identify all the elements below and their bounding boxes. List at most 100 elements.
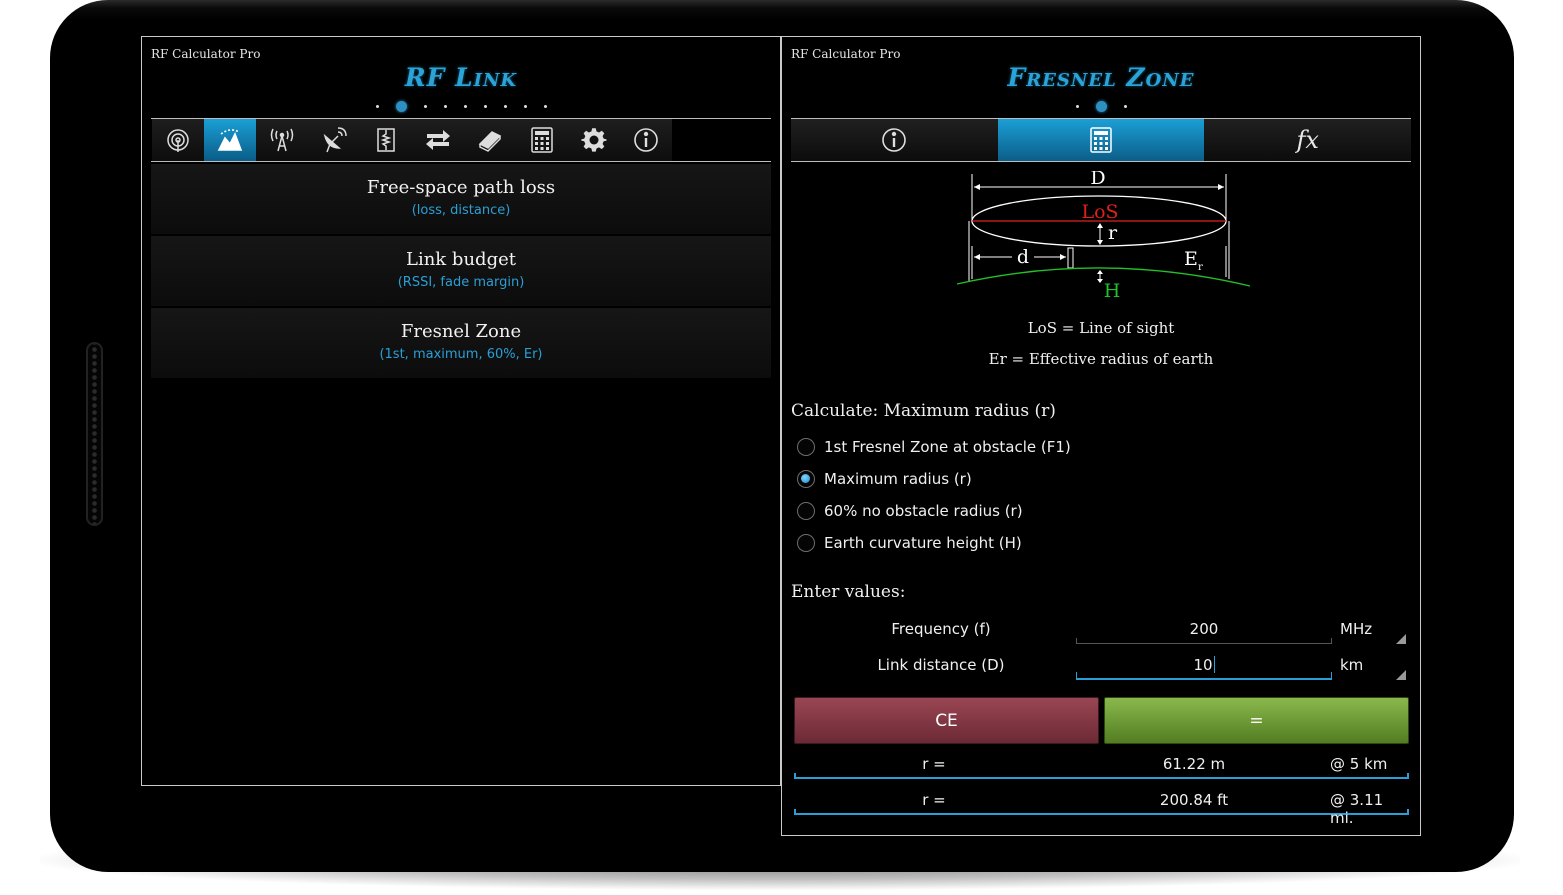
list-item-fresnel-zone[interactable]: Fresnel Zone (1st, maximum, 60%, Er)	[151, 308, 771, 378]
result-row-imperial: r = 200.84 ft @ 3.11 mi.	[794, 787, 1409, 827]
radio-button[interactable]	[797, 438, 815, 456]
page-title: Fresnel Zone	[1007, 63, 1195, 92]
tab-info[interactable]	[791, 119, 998, 161]
tool-book[interactable]	[464, 119, 516, 161]
diagram-label-h: H	[1104, 280, 1121, 301]
result-at-distance: @ 3.11 mi.	[1330, 791, 1384, 827]
gear-icon	[581, 128, 607, 152]
convert-icon	[426, 130, 450, 150]
legend-los: LoS = Line of sight	[1027, 319, 1175, 337]
radio-button[interactable]	[797, 502, 815, 520]
page-dot[interactable]	[375, 105, 379, 108]
list-item-title: Fresnel Zone	[400, 321, 522, 342]
page-dot[interactable]	[543, 105, 547, 108]
page-dot[interactable]	[503, 105, 507, 108]
result-label: r =	[922, 791, 946, 809]
option-max-radius[interactable]: Maximum radius (r)	[797, 467, 972, 491]
page-dot[interactable]	[1075, 105, 1079, 108]
list-item-title: Free-space path loss	[366, 177, 556, 198]
tool-tower[interactable]	[256, 119, 308, 161]
diagram-label-d: d	[1017, 246, 1029, 268]
list-item-fspl[interactable]: Free-space path loss (loss, distance)	[151, 164, 771, 234]
option-earth-curvature[interactable]: Earth curvature height (H)	[797, 531, 1022, 555]
diagram-label-d-upper: D	[1090, 171, 1105, 189]
page-title: RF Link	[404, 63, 518, 92]
tool-info[interactable]	[620, 119, 672, 161]
antenna-icon	[167, 129, 189, 152]
fresnel-diagram: D LoS r d E r H	[956, 171, 1251, 301]
rf-link-icon	[217, 129, 243, 151]
list-item-subtitle: (loss, distance)	[411, 203, 511, 218]
list-item-title: Link budget	[406, 249, 516, 270]
fresnel-zone-pane: RF Calculator Pro Fresnel Zone fx D LoS …	[781, 36, 1421, 836]
diagram-label-er: E	[1184, 248, 1198, 270]
tool-settings[interactable]	[568, 119, 620, 161]
app-label: RF Calculator Pro	[791, 47, 901, 61]
page-dot[interactable]	[1123, 105, 1127, 108]
clear-button[interactable]: CE	[794, 697, 1099, 744]
info-icon	[634, 128, 658, 152]
divider	[151, 161, 771, 162]
tower-icon	[270, 128, 294, 152]
enter-values-label: Enter values:	[791, 582, 906, 602]
resistor-icon	[377, 128, 395, 152]
unit-value: km	[1340, 656, 1364, 674]
result-value: 200.84 ft	[1159, 791, 1229, 809]
calculator-icon	[1090, 127, 1112, 153]
tool-satellite[interactable]	[308, 119, 360, 161]
option-label: 60% no obstacle radius (r)	[824, 502, 1023, 520]
page-dot[interactable]	[443, 105, 447, 108]
info-icon	[882, 128, 907, 152]
result-row-metric: r = 61.22 m @ 5 km	[794, 751, 1409, 779]
tool-convert[interactable]	[412, 119, 464, 161]
option-label: 1st Fresnel Zone at obstacle (F1)	[824, 438, 1071, 456]
satellite-dish-icon	[323, 127, 347, 153]
distance-unit-select[interactable]: km	[1340, 656, 1406, 680]
calculate-button[interactable]: =	[1104, 697, 1409, 744]
dropdown-triangle-icon	[1396, 634, 1406, 644]
option-label: Earth curvature height (H)	[824, 534, 1022, 552]
tool-antenna[interactable]	[152, 119, 204, 161]
list-item-link-budget[interactable]: Link budget (RSSI, fade margin)	[151, 236, 771, 306]
page-dot-active[interactable]	[1095, 101, 1107, 112]
tool-rf-link[interactable]	[204, 119, 256, 161]
option-60-percent[interactable]: 60% no obstacle radius (r)	[797, 499, 1023, 523]
page-dot[interactable]	[463, 105, 467, 108]
obstacle	[1067, 247, 1074, 269]
tool-resistor[interactable]	[360, 119, 412, 161]
diagram-label-r: r	[1108, 222, 1118, 244]
divider	[791, 161, 1411, 162]
distance-input[interactable]: 10	[1076, 650, 1332, 680]
fx-icon: fx	[1296, 126, 1319, 154]
page-dot[interactable]	[423, 105, 427, 108]
radio-button[interactable]	[797, 534, 815, 552]
calculator-list: Free-space path loss (loss, distance) Li…	[151, 164, 771, 380]
mode-tabs: fx	[791, 119, 1412, 161]
page-indicator	[782, 101, 1420, 112]
legend-er: Er = Effective radius of earth	[988, 350, 1214, 368]
app-label: RF Calculator Pro	[151, 47, 261, 61]
page-indicator	[142, 101, 780, 112]
distance-label: Link distance (D)	[877, 656, 1005, 674]
list-item-subtitle: (1st, maximum, 60%, Er)	[379, 347, 543, 362]
distance-row: Link distance (D) 10 km	[791, 650, 1411, 682]
frequency-row: Frequency (f) 200 MHz	[791, 614, 1411, 646]
tab-formula[interactable]: fx	[1204, 119, 1412, 161]
diagram-label-er-sub: r	[1198, 262, 1203, 273]
page-dot[interactable]	[483, 105, 487, 108]
page-dot-active[interactable]	[395, 101, 407, 112]
radio-button-checked[interactable]	[797, 470, 815, 488]
book-icon	[478, 131, 502, 152]
text-caret	[1213, 656, 1215, 673]
option-f1[interactable]: 1st Fresnel Zone at obstacle (F1)	[797, 435, 1071, 459]
tab-calculator[interactable]	[997, 119, 1205, 161]
frequency-unit-select[interactable]: MHz	[1340, 620, 1406, 644]
result-value: 61.22 m	[1162, 755, 1226, 773]
tool-calculator[interactable]	[516, 119, 568, 161]
page-dot[interactable]	[523, 105, 527, 108]
calculator-icon	[531, 127, 553, 153]
option-label: Maximum radius (r)	[824, 470, 972, 488]
dropdown-triangle-icon	[1396, 670, 1406, 680]
tablet-screen: RF Calculator Pro RF Link Free-space pat…	[141, 36, 1421, 836]
frequency-input[interactable]: 200	[1076, 614, 1332, 644]
